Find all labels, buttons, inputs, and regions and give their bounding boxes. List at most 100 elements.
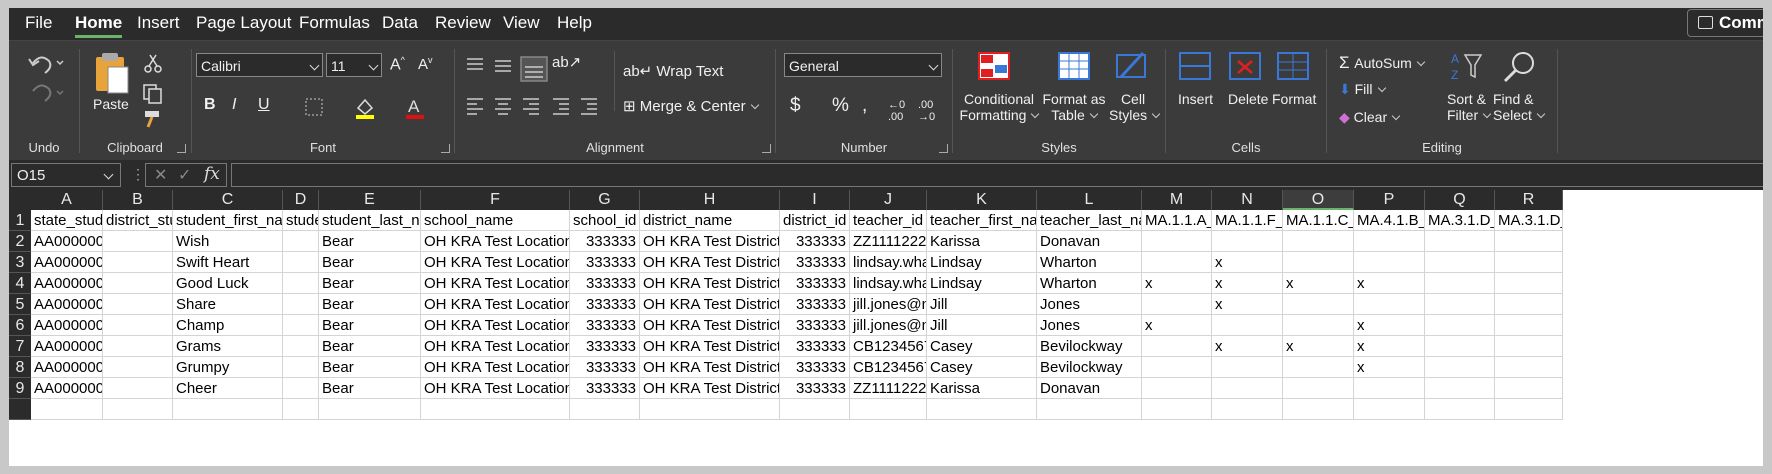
table-cell[interactable]: x <box>1212 336 1283 357</box>
table-cell[interactable]: AA0000005 <box>31 294 103 315</box>
table-cell[interactable] <box>1495 315 1563 336</box>
table-cell[interactable]: Lindsay <box>927 273 1037 294</box>
table-cell[interactable] <box>1283 399 1354 420</box>
column-header-q[interactable]: Q <box>1425 190 1495 210</box>
header-cell[interactable]: MA.1.1.F_ <box>1212 210 1283 231</box>
header-cell[interactable]: district_stu <box>103 210 173 231</box>
find-select-label[interactable]: Find & Select <box>1493 91 1546 123</box>
table-cell[interactable]: 333333 <box>780 336 850 357</box>
table-cell[interactable]: Karissa <box>927 231 1037 252</box>
column-header-l[interactable]: L <box>1037 190 1142 210</box>
cell-styles-label[interactable]: Cell Styles <box>1109 91 1161 123</box>
table-cell[interactable]: 333333 <box>570 231 640 252</box>
table-cell[interactable] <box>1495 294 1563 315</box>
clipboard-tools[interactable] <box>140 51 180 131</box>
table-cell[interactable] <box>1495 357 1563 378</box>
table-cell[interactable]: 333333 <box>570 273 640 294</box>
table-cell[interactable]: OH KRA Test Location <box>421 294 570 315</box>
merge-center-button[interactable]: ⊞ Merge & Center <box>623 97 759 115</box>
table-cell[interactable] <box>1425 357 1495 378</box>
formula-input[interactable] <box>231 163 1763 187</box>
table-cell[interactable] <box>1142 378 1212 399</box>
font-launcher-icon[interactable] <box>441 144 450 153</box>
undo-redo-icons[interactable] <box>27 51 67 107</box>
table-cell[interactable]: Bevilockway <box>1037 336 1142 357</box>
table-cell[interactable]: x <box>1283 336 1354 357</box>
wrap-text-button[interactable]: ab↵ Wrap Text <box>623 62 723 80</box>
table-cell[interactable]: Karissa <box>927 378 1037 399</box>
table-cell[interactable] <box>421 399 570 420</box>
table-cell[interactable] <box>1425 378 1495 399</box>
table-cell[interactable]: jill.jones@n <box>850 315 927 336</box>
table-cell[interactable]: OH KRA Test Location <box>421 273 570 294</box>
table-cell[interactable] <box>1495 378 1563 399</box>
menu-tab-data[interactable]: Data <box>382 12 418 36</box>
insert-cells-label[interactable]: Insert <box>1178 91 1213 107</box>
table-cell[interactable]: x <box>1212 273 1283 294</box>
paste-label[interactable]: Paste <box>93 96 129 112</box>
table-cell[interactable] <box>1283 231 1354 252</box>
increase-decimal-icon[interactable]: ←0.00 <box>888 99 905 123</box>
table-cell[interactable] <box>1354 294 1425 315</box>
header-cell[interactable]: state_stud <box>31 210 103 231</box>
table-cell[interactable] <box>1495 231 1563 252</box>
header-cell[interactable]: MA.1.1.A_ <box>1142 210 1212 231</box>
table-cell[interactable]: 333333 <box>570 315 640 336</box>
row-header[interactable]: 4 <box>9 273 31 294</box>
table-cell[interactable] <box>1425 336 1495 357</box>
table-cell[interactable]: Jill <box>927 294 1037 315</box>
column-header-a[interactable]: A <box>31 190 103 210</box>
table-cell[interactable]: jill.jones@n <box>850 294 927 315</box>
table-cell[interactable] <box>283 252 319 273</box>
table-cell[interactable]: CB1234567 <box>850 336 927 357</box>
conditional-formatting-icon[interactable] <box>975 49 1015 85</box>
paste-icon[interactable] <box>90 51 130 95</box>
table-cell[interactable]: Bevilockway <box>1037 357 1142 378</box>
table-cell[interactable]: Cheer <box>173 378 283 399</box>
table-cell[interactable] <box>640 399 780 420</box>
row-header[interactable]: 1 <box>9 210 31 231</box>
fill-color-icon[interactable] <box>354 96 376 120</box>
table-cell[interactable] <box>1142 294 1212 315</box>
table-cell[interactable] <box>1425 273 1495 294</box>
cancel-icon[interactable]: ✕ <box>154 165 167 185</box>
table-cell[interactable]: Bear <box>319 336 421 357</box>
table-cell[interactable]: Bear <box>319 252 421 273</box>
table-cell[interactable] <box>283 336 319 357</box>
table-cell[interactable]: 333333 <box>780 294 850 315</box>
column-header-h[interactable]: H <box>640 190 780 210</box>
table-cell[interactable] <box>283 231 319 252</box>
table-cell[interactable]: x <box>1142 315 1212 336</box>
table-cell[interactable]: Casey <box>927 336 1037 357</box>
table-cell[interactable]: OH KRA Test Location <box>421 231 570 252</box>
clipboard-launcher-icon[interactable] <box>177 144 186 153</box>
table-cell[interactable]: OH KRA Test Location <box>421 336 570 357</box>
font-color-icon[interactable]: A <box>404 95 426 121</box>
table-cell[interactable] <box>283 273 319 294</box>
column-header-b[interactable]: B <box>103 190 173 210</box>
table-cell[interactable]: Bear <box>319 357 421 378</box>
table-cell[interactable]: 333333 <box>570 378 640 399</box>
table-cell[interactable]: OH KRA Test Location <box>421 378 570 399</box>
table-cell[interactable]: 333333 <box>570 294 640 315</box>
table-cell[interactable] <box>1425 315 1495 336</box>
table-cell[interactable]: OH KRA Test Location <box>421 252 570 273</box>
column-header-i[interactable]: I <box>780 190 850 210</box>
table-cell[interactable] <box>319 399 421 420</box>
table-cell[interactable]: x <box>1354 357 1425 378</box>
table-cell[interactable]: Bear <box>319 315 421 336</box>
grow-font-icon[interactable]: A^ <box>390 55 405 74</box>
header-cell[interactable]: student_last_na <box>319 210 421 231</box>
insert-function-icon[interactable]: fx <box>204 164 220 184</box>
table-cell[interactable]: 333333 <box>780 315 850 336</box>
column-header-g[interactable]: G <box>570 190 640 210</box>
header-cell[interactable]: school_name <box>421 210 570 231</box>
table-cell[interactable]: OH KRA Test District <box>640 336 780 357</box>
table-cell[interactable] <box>570 399 640 420</box>
table-cell[interactable] <box>1354 399 1425 420</box>
table-cell[interactable] <box>1495 252 1563 273</box>
table-cell[interactable] <box>283 399 319 420</box>
table-cell[interactable]: OH KRA Test District <box>640 357 780 378</box>
table-cell[interactable]: Jones <box>1037 294 1142 315</box>
sort-filter-label[interactable]: Sort & Filter <box>1447 91 1492 123</box>
